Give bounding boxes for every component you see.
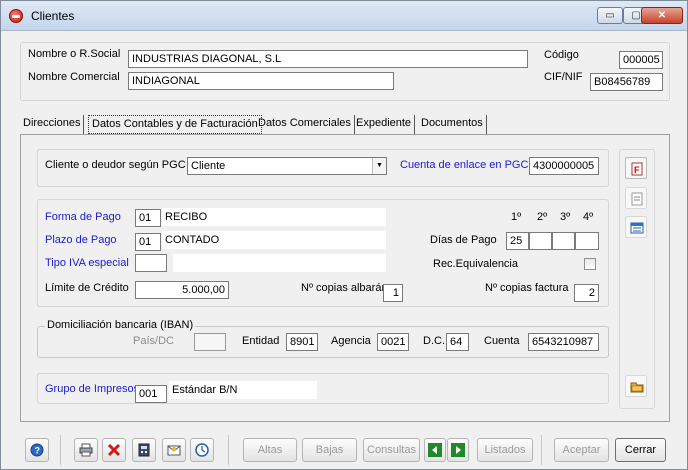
dia-pago-1[interactable]: 25 (506, 232, 529, 250)
cif-label: CIF/NIF (544, 71, 583, 83)
grupo-impresos-label[interactable]: Grupo de Impresos (45, 383, 139, 395)
tab-expediente[interactable]: Expediente (353, 115, 416, 134)
banco-title: Domiciliación bancaria (IBAN) (45, 319, 196, 331)
cuenta-label: Cuenta (484, 335, 520, 347)
grupo-impresos-code[interactable]: 001 (135, 385, 167, 403)
next-record-button[interactable] (447, 438, 469, 462)
aceptar-button[interactable]: Aceptar (554, 438, 609, 462)
tab-datos-contables[interactable]: Datos Contables y de Facturación (88, 115, 262, 134)
plazo-pago-label[interactable]: Plazo de Pago (45, 234, 117, 246)
agencia-field[interactable]: 0021 (377, 333, 409, 351)
nombre-label: Nombre o R.Social (28, 48, 121, 60)
clientes-window: Clientes ▭ ▢ ✕ Nombre o R.Social INDUSTR… (0, 0, 688, 470)
pgc-select[interactable]: Cliente ▼ (187, 157, 387, 175)
codigo-label: Código (544, 49, 579, 61)
enlace-label[interactable]: Cuenta de enlace en PGC (400, 159, 528, 171)
calculator-icon[interactable] (132, 438, 156, 462)
toolbar-separator (541, 435, 542, 465)
tab-datos-comerciales[interactable]: Datos Comerciales (255, 115, 355, 134)
limite-label: Límite de Crédito (45, 282, 129, 294)
pais-dc-label: País/DC (133, 335, 174, 347)
tab-direcciones[interactable]: Direcciones (20, 115, 85, 134)
copias-albaran-field[interactable]: 1 (383, 284, 403, 302)
minimize-button[interactable]: ▭ (597, 7, 623, 24)
forma-pago-code[interactable]: 01 (135, 209, 161, 227)
title-bar[interactable]: Clientes ▭ ▢ ✕ (1, 1, 687, 31)
folder-icon[interactable] (625, 375, 647, 397)
svg-text:?: ? (35, 446, 41, 456)
cerrar-button[interactable]: Cerrar (615, 438, 666, 462)
dc-field[interactable]: 64 (446, 333, 469, 351)
copias-factura-field[interactable]: 2 (574, 284, 599, 302)
forma-pago-desc: RECIBO (162, 208, 386, 226)
dia-pago-4[interactable] (575, 232, 599, 250)
cuenta-field[interactable]: 6543210987 (528, 333, 599, 351)
dias-header-1: 1º (511, 211, 522, 223)
cif-field[interactable]: B08456789 (590, 73, 663, 91)
dia-pago-2[interactable] (529, 232, 552, 250)
dc-label: D.C. (423, 335, 445, 347)
limite-field[interactable]: 5.000,00 (135, 281, 229, 299)
entidad-field[interactable]: 8901 (286, 333, 318, 351)
rec-equivalencia-label: Rec.Equivalencia (433, 258, 518, 270)
nombre-field[interactable]: INDUSTRIAS DIAGONAL, S.L (128, 50, 528, 68)
delete-icon[interactable] (102, 438, 126, 462)
forma-pago-label[interactable]: Forma de Pago (45, 211, 121, 223)
dias-header-4: 4º (583, 211, 594, 223)
svg-text:F: F (634, 165, 640, 175)
tipo-iva-desc (173, 254, 386, 272)
chevron-down-icon[interactable]: ▼ (372, 158, 386, 174)
dias-header-2: 2º (537, 211, 548, 223)
rec-equivalencia-checkbox[interactable] (584, 258, 596, 270)
copias-albaran-label: Nº copias albarán (301, 282, 388, 294)
enlace-field[interactable]: 4300000005 (529, 157, 599, 175)
comercial-field[interactable]: INDIAGONAL (128, 72, 394, 90)
print-icon[interactable] (74, 438, 98, 462)
plazo-pago-desc: CONTADO (162, 231, 386, 249)
window-title: Clientes (31, 9, 75, 23)
toolbar-separator (228, 435, 229, 465)
comercial-label: Nombre Comercial (28, 71, 120, 83)
grupo-impresos-desc: Estándar B/N (169, 381, 317, 399)
consultas-button[interactable]: Consultas (363, 438, 420, 462)
plazo-pago-code[interactable]: 01 (135, 233, 161, 251)
entidad-label: Entidad (242, 335, 280, 347)
agencia-label: Agencia (331, 335, 371, 347)
pdf-report-icon[interactable]: F (625, 157, 647, 179)
pgc-select-value: Cliente (191, 160, 226, 172)
pgc-label: Cliente o deudor según PGC (45, 159, 186, 171)
dias-header-3: 3º (560, 211, 571, 223)
close-button[interactable]: ✕ (641, 7, 683, 24)
previous-record-button[interactable] (424, 438, 446, 462)
pais-dc-field[interactable] (194, 333, 226, 351)
dia-pago-3[interactable] (552, 232, 575, 250)
tipo-iva-code[interactable] (135, 254, 167, 272)
tipo-iva-label[interactable]: Tipo IVA especial (45, 257, 129, 269)
email-icon[interactable] (162, 438, 186, 462)
notes-icon[interactable] (625, 187, 647, 209)
tab-documentos[interactable]: Documentos (418, 115, 487, 134)
app-icon (9, 9, 23, 23)
copias-factura-label: Nº copias factura (485, 282, 569, 294)
bajas-button[interactable]: Bajas (302, 438, 357, 462)
listados-button[interactable]: Listados (477, 438, 533, 462)
help-icon[interactable]: ? (25, 438, 49, 462)
altas-button[interactable]: Altas (243, 438, 297, 462)
toolbar-separator (60, 435, 61, 465)
clock-icon[interactable] (190, 438, 214, 462)
dias-pago-label: Días de Pago (430, 234, 497, 246)
codigo-field[interactable]: 000005 (619, 51, 663, 69)
list-view-icon[interactable] (625, 216, 647, 238)
